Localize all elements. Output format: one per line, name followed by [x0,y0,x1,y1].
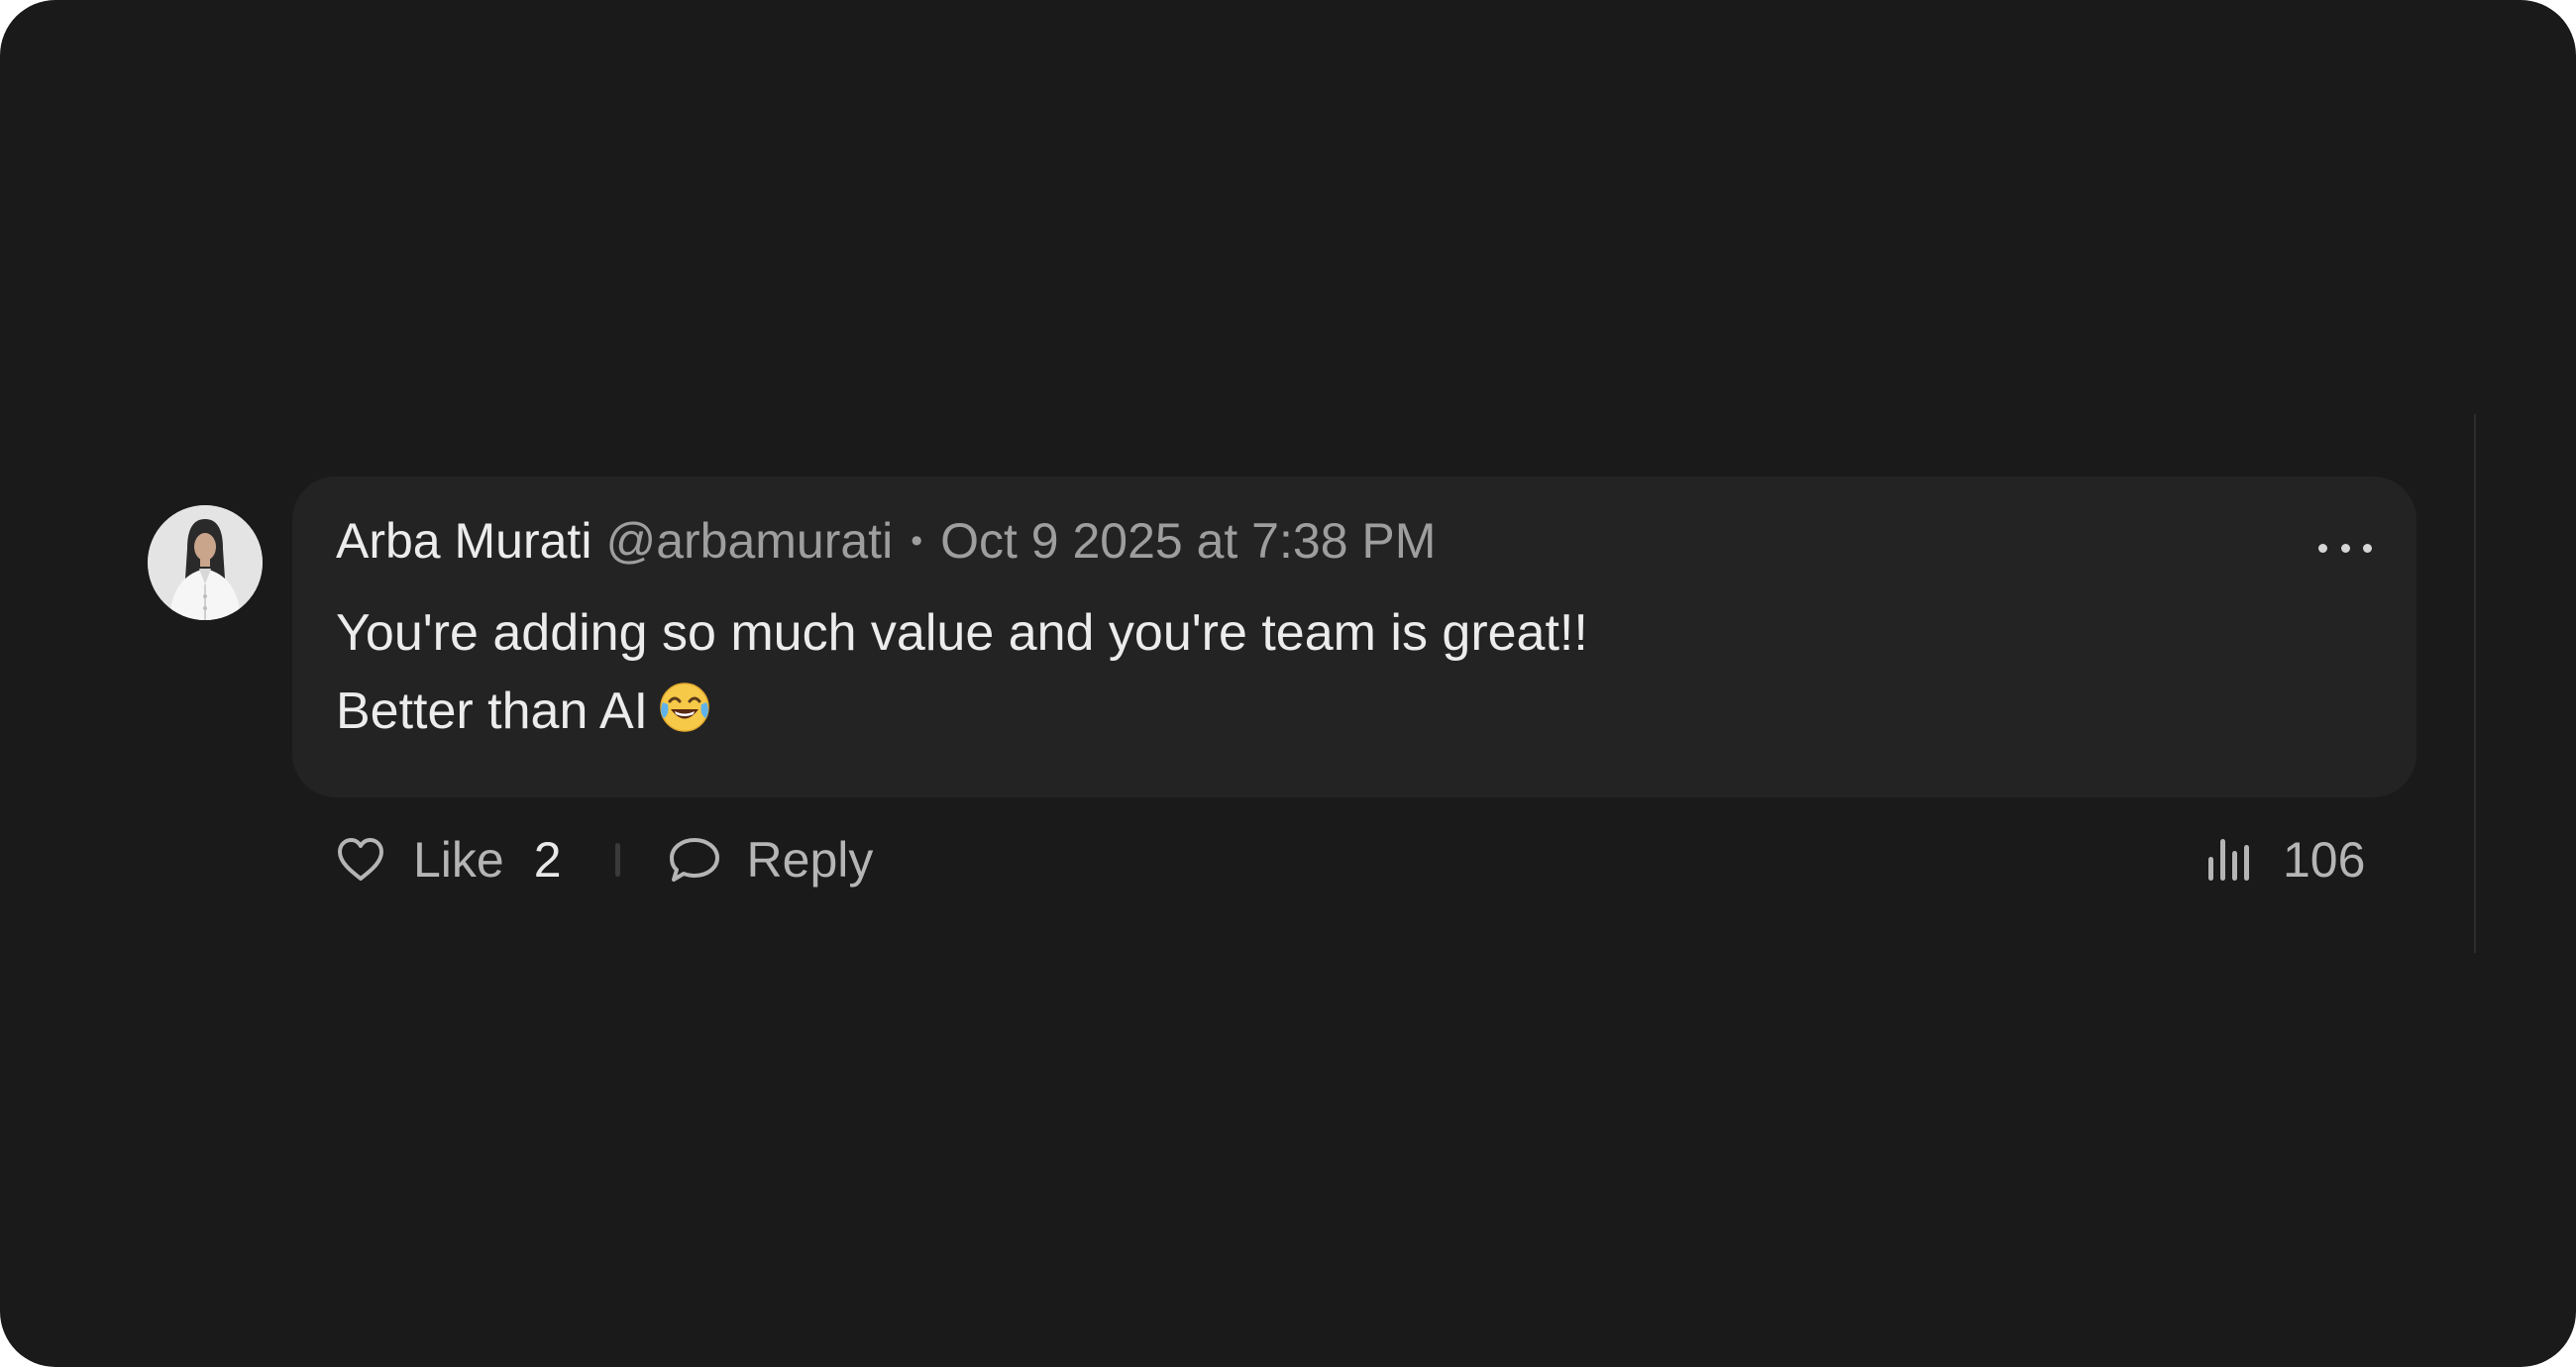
face-with-tears-of-joy-emoji [658,679,711,757]
like-count: 2 [533,832,562,888]
ellipsis-horizontal-icon [2318,543,2327,553]
author-name[interactable]: Arba Murati [336,512,591,570]
comment-body-line: Better than AI [336,673,2357,757]
comment-card-frame: Arba Murati @arbamurati • Oct 9 2025 at … [0,0,2576,1367]
comment-header: Arba Murati @arbamurati • Oct 9 2025 at … [336,509,1436,573]
more-options-button[interactable] [2312,525,2378,571]
avatar[interactable] [148,505,263,620]
thread-divider-line [2474,414,2476,953]
bar-chart-icon [2208,839,2249,881]
avatar-photo [148,505,263,620]
author-handle[interactable]: @arbamurati [605,512,893,570]
like-label: Like [413,832,504,888]
comment-body-line: You're adding so much value and you're t… [336,604,1588,662]
comment-body: You're adding so much value and you're t… [336,594,2357,757]
reply-label: Reply [746,832,874,888]
views-count: 106 [2283,832,2366,888]
separator-dot: • [911,521,923,560]
comment-actions: Like 2 Reply [336,824,873,895]
heart-outline-icon [338,838,383,881]
comment-timestamp[interactable]: Oct 9 2025 at 7:38 PM [940,512,1436,570]
actions-divider [614,843,620,877]
reply-button[interactable]: Reply [668,831,874,889]
like-button[interactable]: Like 2 [336,831,562,889]
speech-bubble-icon [669,838,719,882]
views-stat[interactable]: 106 [2205,824,2365,895]
